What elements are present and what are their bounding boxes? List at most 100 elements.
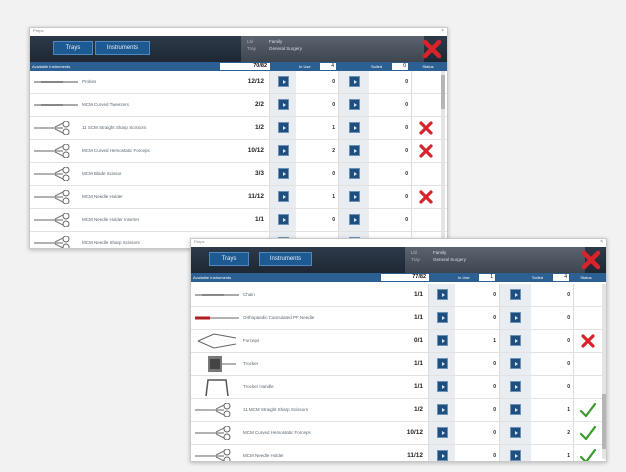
move-to-in-use-button[interactable] bbox=[278, 214, 289, 225]
move-to-soiled-button[interactable] bbox=[510, 312, 521, 323]
in-use-count: 0 bbox=[455, 307, 500, 329]
soiled-button-cell bbox=[339, 140, 369, 162]
move-to-in-use-button[interactable] bbox=[437, 335, 448, 346]
instrument-row[interactable]: Forceps 0/1 1 0 bbox=[191, 330, 606, 353]
available-count: 1/1 bbox=[383, 353, 429, 375]
move-to-in-use-button[interactable] bbox=[437, 381, 448, 392]
move-to-soiled-button[interactable] bbox=[510, 450, 521, 461]
instrument-row[interactable]: Trocker 1/1 0 0 bbox=[191, 353, 606, 376]
scrollbar[interactable] bbox=[602, 284, 606, 459]
move-to-soiled-button[interactable] bbox=[510, 404, 521, 415]
soiled-count: 0 bbox=[531, 307, 574, 329]
instrument-image bbox=[32, 94, 80, 116]
instrument-row[interactable]: MCM Needle Holder 11/12 0 1 bbox=[191, 445, 606, 461]
instrument-name: MCM Curved Tweezers bbox=[82, 102, 129, 107]
column-header: Available Instruments 70/82 In Use 4 Soi… bbox=[30, 62, 447, 71]
instrument-name: MCM Needle Holder bbox=[82, 194, 123, 199]
move-to-in-use-button[interactable] bbox=[278, 168, 289, 179]
instrument-row[interactable]: 11 MCM Straight Sharp Scissors 1/2 0 1 bbox=[191, 399, 606, 422]
move-to-soiled-button[interactable] bbox=[349, 99, 360, 110]
in-use-count: 0 bbox=[296, 71, 339, 93]
in-use-button-cell bbox=[270, 186, 296, 208]
status-cell bbox=[574, 307, 601, 329]
instrument-row[interactable]: MCM Curved Hemostatic Forceps 10/12 0 2 bbox=[191, 422, 606, 445]
move-to-soiled-button[interactable] bbox=[510, 427, 521, 438]
move-to-soiled-button[interactable] bbox=[510, 289, 521, 300]
instruments-button[interactable]: Instruments bbox=[95, 41, 150, 55]
soiled-count: 0 bbox=[369, 140, 412, 162]
trays-button[interactable]: Trays bbox=[209, 252, 249, 266]
instrument-row[interactable]: Chain 1/1 0 0 bbox=[191, 284, 606, 307]
move-to-soiled-button[interactable] bbox=[510, 358, 521, 369]
instruments-button[interactable]: Instruments bbox=[259, 252, 312, 266]
status-cell bbox=[412, 71, 440, 93]
instrument-row[interactable]: Orthopaedic Cannulated PF Needle 1/1 0 0 bbox=[191, 307, 606, 330]
instrument-image bbox=[193, 353, 241, 375]
move-to-soiled-button[interactable] bbox=[349, 145, 360, 156]
in-use-count: 0 bbox=[455, 422, 500, 444]
instrument-row[interactable]: MCM Curved Hemostatic Forceps 10/12 2 0 bbox=[30, 140, 447, 163]
status-label: Status bbox=[422, 64, 434, 69]
info-value: Family bbox=[269, 39, 283, 44]
window-close-small-icon[interactable]: × bbox=[441, 28, 444, 34]
move-to-in-use-button[interactable] bbox=[437, 312, 448, 323]
scrollbar[interactable] bbox=[441, 71, 445, 246]
move-to-in-use-button[interactable] bbox=[278, 145, 289, 156]
soiled-label: Soiled bbox=[371, 64, 383, 69]
in-use-button-cell bbox=[429, 284, 455, 306]
in-use-count: 0 bbox=[455, 284, 500, 306]
instrument-row[interactable]: Trocker Handle 1/1 0 0 bbox=[191, 376, 606, 399]
available-count: 1/1 bbox=[383, 376, 429, 398]
fail-x-icon bbox=[580, 334, 595, 348]
close-x-icon[interactable] bbox=[422, 39, 442, 59]
instrument-row[interactable]: MCM Blade Scissor 3/3 0 0 bbox=[30, 163, 447, 186]
instrument-image bbox=[193, 307, 241, 329]
move-to-soiled-button[interactable] bbox=[349, 214, 360, 225]
check-icon bbox=[579, 449, 596, 461]
instrument-name: Forceps bbox=[243, 338, 260, 343]
instrument-name: Chain bbox=[243, 292, 255, 297]
move-to-in-use-button[interactable] bbox=[278, 191, 289, 202]
soiled-count: 0 bbox=[369, 163, 412, 185]
move-to-soiled-button[interactable] bbox=[349, 76, 360, 87]
in-use-button-cell bbox=[270, 163, 296, 185]
soiled-count: 1 bbox=[531, 445, 574, 461]
instrument-row[interactable]: 11 SCM Straight Sharp Scissors 1/2 1 0 bbox=[30, 117, 447, 140]
soiled-label: Soiled bbox=[532, 275, 544, 280]
scrollbar-thumb[interactable] bbox=[602, 394, 606, 449]
window-titlebar: Preps × bbox=[191, 239, 606, 247]
soiled-count: 0 bbox=[369, 117, 412, 139]
instrument-name: MCM Curved Hemostatic Forceps bbox=[243, 430, 311, 435]
trays-button[interactable]: Trays bbox=[53, 41, 93, 55]
instrument-image bbox=[32, 209, 80, 231]
move-to-in-use-button[interactable] bbox=[278, 122, 289, 133]
scrollbar-thumb[interactable] bbox=[441, 75, 445, 109]
instrument-row[interactable]: MCM Curved Tweezers 2/2 0 0 bbox=[30, 94, 447, 117]
move-to-in-use-button[interactable] bbox=[278, 99, 289, 110]
move-to-soiled-button[interactable] bbox=[510, 381, 521, 392]
instrument-image bbox=[193, 445, 241, 461]
window-close-small-icon[interactable]: × bbox=[600, 239, 603, 245]
move-to-in-use-button[interactable] bbox=[437, 358, 448, 369]
status-cell bbox=[412, 163, 440, 185]
move-to-in-use-button[interactable] bbox=[437, 427, 448, 438]
instrument-row[interactable]: MCM Needle Holder Inserter 1/1 0 0 bbox=[30, 209, 447, 232]
move-to-in-use-button[interactable] bbox=[437, 289, 448, 300]
close-x-icon[interactable] bbox=[581, 250, 601, 270]
instrument-row[interactable]: Probes 12/12 0 0 bbox=[30, 71, 447, 94]
instrument-row[interactable]: MCM Needle Holder 11/12 1 0 bbox=[30, 186, 447, 209]
instrument-name: MCM Needle Holder bbox=[243, 453, 284, 458]
move-to-soiled-button[interactable] bbox=[349, 191, 360, 202]
move-to-in-use-button[interactable] bbox=[437, 450, 448, 461]
move-to-in-use-button[interactable] bbox=[278, 76, 289, 87]
available-count: 12/12 bbox=[222, 71, 270, 93]
info-value: General Surgery bbox=[269, 46, 303, 51]
instrument-image bbox=[193, 284, 241, 306]
move-to-in-use-button[interactable] bbox=[437, 404, 448, 415]
move-to-soiled-button[interactable] bbox=[349, 122, 360, 133]
app-header: Trays Instruments Lbl Family Tray General … bbox=[30, 36, 447, 62]
move-to-soiled-button[interactable] bbox=[510, 335, 521, 346]
move-to-soiled-button[interactable] bbox=[349, 168, 360, 179]
soiled-button-cell bbox=[339, 186, 369, 208]
soiled-count: 0 bbox=[531, 284, 574, 306]
